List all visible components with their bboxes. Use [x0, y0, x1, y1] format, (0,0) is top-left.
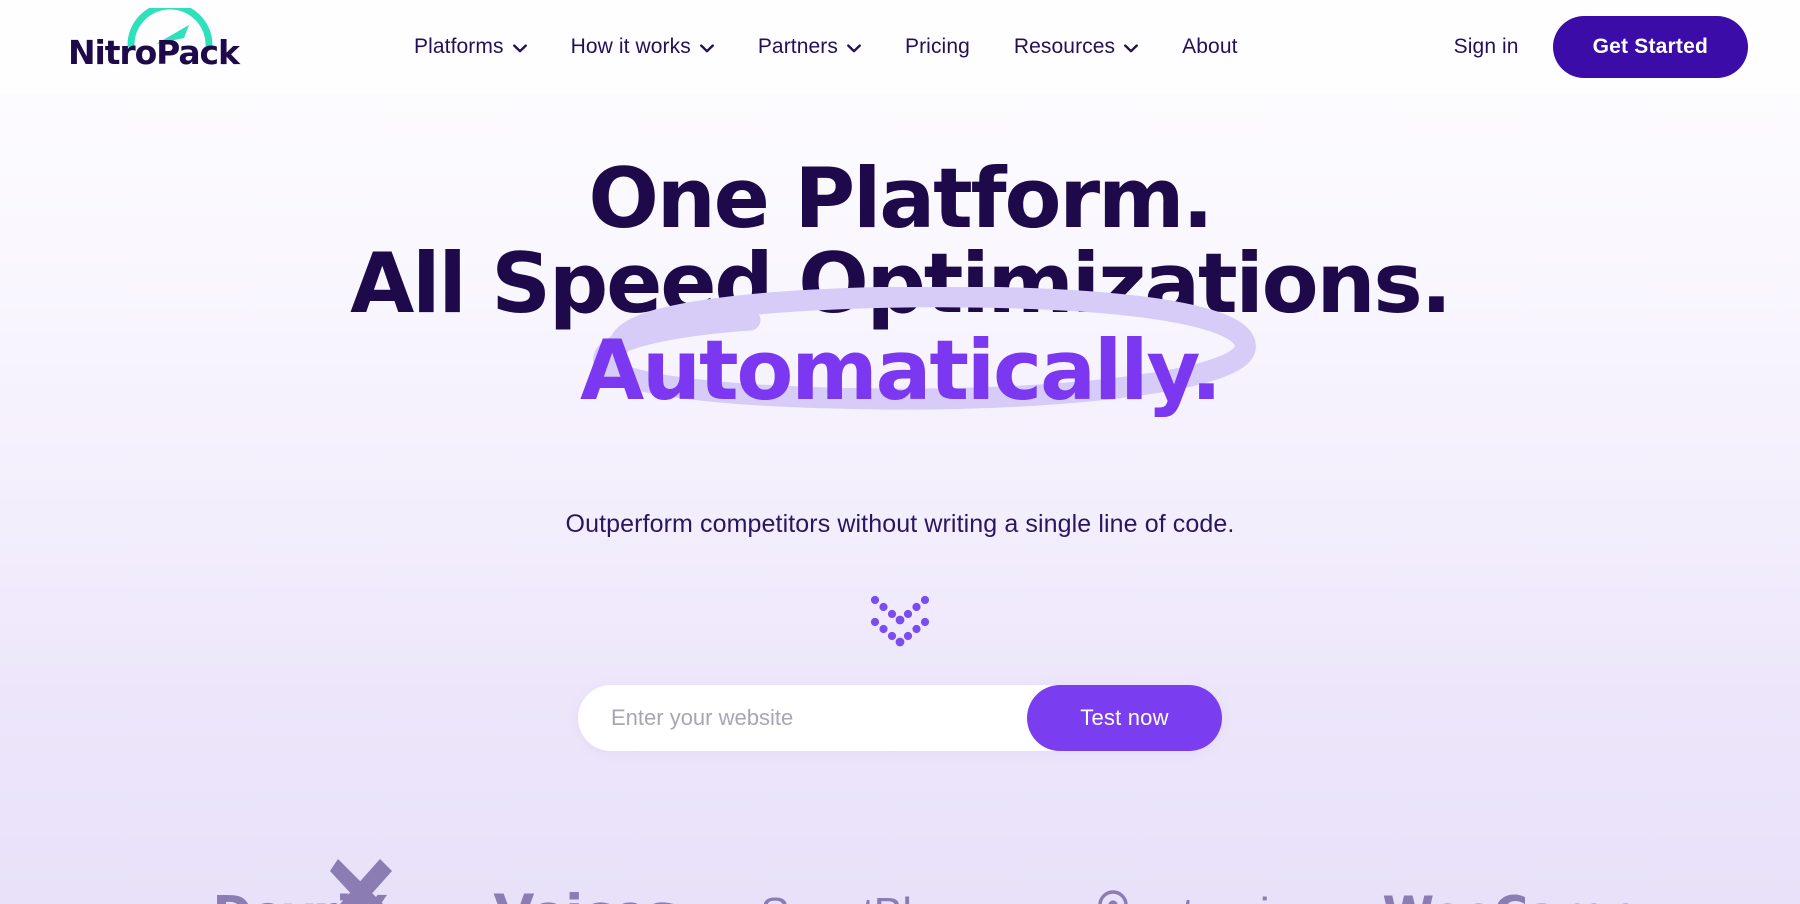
page-title: One Platform. All Speed Optimizations. A…	[0, 150, 1800, 414]
nav-label-resources: Resources	[1013, 35, 1116, 58]
header-actions: Sign in Get Started	[1420, 0, 1748, 94]
chevron-down-icon	[512, 43, 527, 52]
website-url-input[interactable]	[578, 685, 1027, 751]
client-logo-smartblogger: SmartBlogger	[730, 869, 1050, 904]
nav-item-platforms[interactable]: Platforms	[392, 0, 549, 94]
devrix-x-mark-icon	[330, 859, 392, 904]
client-logo-strip: DevriX Voices SmartBlogger artnerize	[0, 859, 1800, 904]
client-logo-devrix: DevriX	[140, 859, 440, 904]
headline-highlight-word: Automatically.	[580, 322, 1222, 420]
nav-item-how-it-works[interactable]: How it works	[549, 0, 736, 94]
partnerize-p-mark-icon	[1098, 890, 1128, 904]
client-logo-partnerize: artnerize	[1050, 869, 1360, 904]
site-header: NitroPack Platforms How it works Partner…	[0, 0, 1800, 94]
nav-label-platforms: Platforms	[414, 35, 504, 58]
nav-label-pricing: Pricing	[904, 35, 970, 58]
client-logo-voices: Voices	[440, 869, 730, 904]
headline-line-2: All Speed Optimizations.	[350, 234, 1452, 332]
nitropack-logo[interactable]: NitroPack	[68, 6, 248, 84]
website-test-form: Test now	[578, 685, 1222, 751]
sign-in-link[interactable]: Sign in	[1420, 35, 1553, 59]
nav-label-partners: Partners	[757, 35, 838, 58]
test-now-button[interactable]: Test now	[1027, 685, 1222, 751]
client-logo-partnerize-label: artnerize	[1142, 887, 1318, 904]
nav-item-pricing[interactable]: Pricing	[883, 0, 992, 94]
nav-item-about[interactable]: About	[1160, 0, 1259, 94]
chevron-down-icon	[1124, 43, 1139, 52]
main-navigation: Platforms How it works Partners Pricing	[392, 0, 1260, 94]
get-started-button[interactable]: Get Started	[1552, 16, 1748, 78]
client-logo-woocamp: WooCamp	[1360, 869, 1660, 904]
client-logo-smartblogger-label: SmartBlogger	[760, 889, 1020, 904]
headline-line-3: Automatically.	[0, 287, 1800, 414]
dotted-double-chevron-down-icon	[870, 595, 930, 647]
chevron-down-icon	[699, 43, 714, 52]
hero-section: One Platform. All Speed Optimizations. A…	[0, 94, 1800, 904]
client-logo-woocamp-label: WooCamp	[1382, 887, 1638, 904]
nav-item-resources[interactable]: Resources	[992, 0, 1160, 94]
nav-label-how-it-works: How it works	[570, 35, 691, 58]
hero-subtitle: Outperform competitors without writing a…	[565, 510, 1235, 538]
logo-wordmark: NitroPack	[68, 33, 240, 72]
nav-item-partners[interactable]: Partners	[736, 0, 883, 94]
nav-label-about: About	[1182, 35, 1238, 58]
landing-page: NitroPack Platforms How it works Partner…	[0, 0, 1800, 904]
client-logo-voices-label: Voices	[493, 884, 678, 904]
headline-line-1: One Platform.	[588, 150, 1213, 247]
chevron-down-icon	[847, 43, 861, 52]
